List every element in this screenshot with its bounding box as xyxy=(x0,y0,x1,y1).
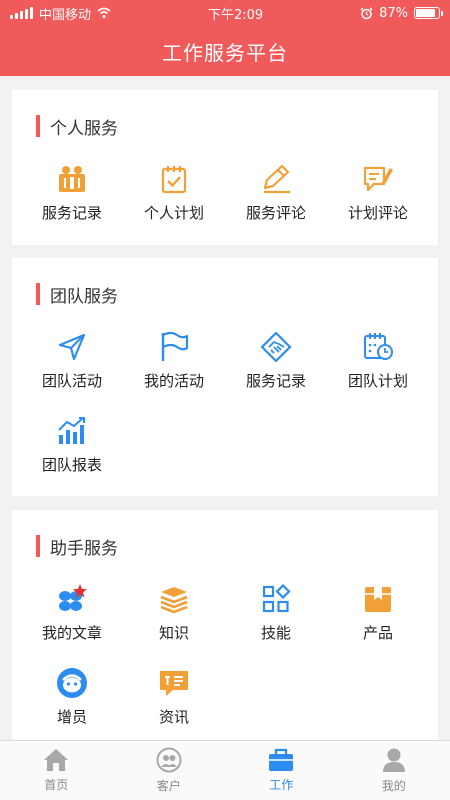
team-services-card: 团队服务 团队活动 我的活动 服务记录 团队计划 团队报表 xyxy=(12,258,438,496)
navigation-arrow-icon xyxy=(55,330,89,364)
team-plan-item[interactable]: 团队计划 xyxy=(328,330,428,391)
bottom-tab-bar: 首页 客户 工作 我的 xyxy=(0,740,450,800)
item-label: 技能 xyxy=(260,624,291,642)
calendar-clock-icon xyxy=(361,330,395,364)
item-label: 产品 xyxy=(362,624,393,642)
alarm-icon xyxy=(360,6,373,19)
item-label: 服务记录 xyxy=(245,372,306,390)
flag-icon xyxy=(157,330,191,364)
tab-label: 首页 xyxy=(44,778,69,792)
assistant-services-card: 助手服务 我的文章 知识 技能 产品 增员 资讯 xyxy=(12,510,438,750)
product-box-icon xyxy=(361,582,395,616)
profile-icon xyxy=(382,748,405,772)
section-accent-bar xyxy=(36,115,40,137)
home-icon xyxy=(44,749,69,771)
page-title: 工作服务平台 xyxy=(162,40,288,65)
item-label: 增员 xyxy=(56,708,87,726)
my-activity-item[interactable]: 我的活动 xyxy=(124,330,224,391)
item-label: 资讯 xyxy=(158,708,189,726)
section-title-text: 团队服务 xyxy=(50,286,118,307)
section-accent-bar xyxy=(36,283,40,305)
item-label: 我的文章 xyxy=(41,624,102,642)
service-record-item[interactable]: 服务记录 xyxy=(22,162,122,223)
customers-icon xyxy=(156,747,182,773)
status-bar: 中国移动 下午2:09 87% xyxy=(0,0,450,26)
service-record-icon xyxy=(55,162,89,196)
wifi-icon xyxy=(97,7,111,18)
handshake-icon xyxy=(259,330,293,364)
item-label: 服务记录 xyxy=(41,204,102,222)
tab-label: 我的 xyxy=(381,779,406,793)
skills-item[interactable]: 技能 xyxy=(226,582,326,643)
item-label: 团队计划 xyxy=(347,372,408,390)
article-icon xyxy=(55,582,89,616)
section-title: 助手服务 xyxy=(36,534,438,559)
news-item[interactable]: 资讯 xyxy=(124,666,224,727)
clock-time: 下午2:09 xyxy=(207,7,264,23)
battery-percent: 87% xyxy=(379,5,408,21)
product-item[interactable]: 产品 xyxy=(328,582,428,643)
item-label: 团队报表 xyxy=(41,456,102,474)
section-title: 个人服务 xyxy=(36,114,438,139)
carrier-name: 中国移动 xyxy=(39,7,92,23)
team-activity-item[interactable]: 团队活动 xyxy=(22,330,122,391)
tab-label: 工作 xyxy=(269,778,294,792)
knowledge-item[interactable]: 知识 xyxy=(124,582,224,643)
tab-work[interactable]: 工作 xyxy=(225,741,338,800)
signal-icon xyxy=(10,7,33,19)
team-service-record-item[interactable]: 服务记录 xyxy=(226,330,326,391)
service-review-icon xyxy=(259,162,293,196)
item-label: 团队活动 xyxy=(41,372,102,390)
plan-review-icon xyxy=(361,162,395,196)
item-label: 服务评论 xyxy=(245,204,306,222)
item-label: 计划评论 xyxy=(347,204,408,222)
books-icon xyxy=(157,582,191,616)
battery-icon xyxy=(414,7,443,19)
skills-grid-icon xyxy=(259,582,293,616)
bar-chart-icon xyxy=(55,414,89,448)
item-label: 个人计划 xyxy=(143,204,204,222)
section-title-text: 助手服务 xyxy=(50,538,118,559)
item-label: 知识 xyxy=(158,624,189,642)
personal-plan-item[interactable]: 个人计划 xyxy=(124,162,224,223)
briefcase-icon xyxy=(269,748,294,771)
personal-plan-icon xyxy=(157,162,191,196)
personal-services-card: 个人服务 服务记录 个人计划 服务评论 计划评论 xyxy=(12,90,438,245)
tab-home[interactable]: 首页 xyxy=(0,741,113,800)
plan-review-item[interactable]: 计划评论 xyxy=(328,162,428,223)
tab-customers[interactable]: 客户 xyxy=(113,741,226,800)
tab-label: 客户 xyxy=(156,779,181,793)
section-title-text: 个人服务 xyxy=(50,118,118,139)
service-review-item[interactable]: 服务评论 xyxy=(226,162,326,223)
page-header: 工作服务平台 xyxy=(0,26,450,76)
section-title: 团队服务 xyxy=(36,282,438,307)
news-chat-icon xyxy=(157,666,191,700)
team-report-item[interactable]: 团队报表 xyxy=(22,414,122,475)
recruit-face-icon xyxy=(55,666,89,700)
item-label: 我的活动 xyxy=(143,372,204,390)
section-accent-bar xyxy=(36,535,40,557)
my-article-item[interactable]: 我的文章 xyxy=(22,582,122,643)
recruit-item[interactable]: 增员 xyxy=(22,666,122,727)
tab-profile[interactable]: 我的 xyxy=(338,741,450,800)
